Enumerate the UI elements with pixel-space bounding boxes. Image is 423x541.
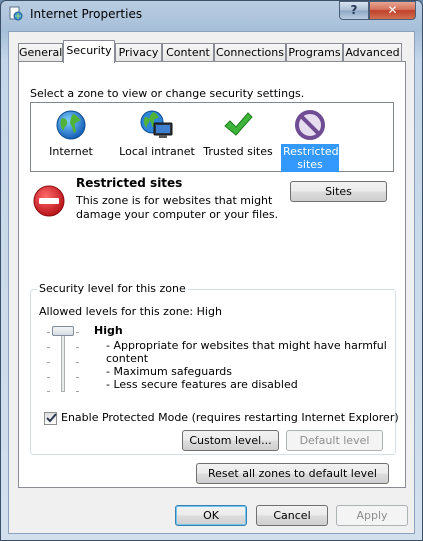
slider-tick <box>76 362 79 363</box>
slider-tick <box>76 332 79 333</box>
zone-restricted-label-line1: Restricted <box>283 145 339 158</box>
allowed-levels-text: Allowed levels for this zone: High <box>39 305 222 318</box>
tab-connections[interactable]: Connections <box>214 43 286 62</box>
protected-mode-checkbox[interactable] <box>44 412 57 425</box>
zone-list: Internet Local intranet Trusted sites Re… <box>30 102 394 172</box>
help-icon: ? <box>350 3 358 17</box>
level-bullet: - Less secure features are disabled <box>106 378 298 391</box>
reset-all-zones-button[interactable]: Reset all zones to default level <box>196 463 389 484</box>
zone-trusted-sites-label: Trusted sites <box>203 145 273 158</box>
globe-icon <box>56 110 86 140</box>
tab-privacy[interactable]: Privacy <box>115 43 162 62</box>
zone-prompt: Select a zone to view or change security… <box>30 87 305 100</box>
level-bullet: - Maximum safeguards <box>106 365 233 378</box>
ok-button[interactable]: OK <box>175 505 247 526</box>
zone-restricted-sites-label: Restricted sites <box>281 144 339 172</box>
tab-content[interactable]: Content <box>162 43 214 62</box>
help-button[interactable]: ? <box>339 1 369 20</box>
intranet-icon <box>140 110 173 138</box>
title-bar[interactable]: Internet Properties ? ✕ <box>1 1 422 27</box>
slider-tick <box>76 377 79 378</box>
security-level-name: High <box>94 324 123 337</box>
zone-internet-label: Internet <box>49 145 93 158</box>
slider-tick <box>47 362 50 363</box>
default-level-button[interactable]: Default level <box>286 430 383 451</box>
window-title: Internet Properties <box>30 7 143 21</box>
level-bullet: content <box>106 352 149 365</box>
slider-tick <box>47 377 50 378</box>
tab-advanced[interactable]: Advanced <box>343 43 402 62</box>
level-bullet: - Appropriate for websites that might ha… <box>106 339 387 352</box>
no-entry-icon <box>33 185 65 217</box>
custom-level-button[interactable]: Custom level... <box>182 430 279 451</box>
close-icon: ✕ <box>387 3 398 17</box>
security-level-slider-thumb[interactable] <box>52 326 74 336</box>
apply-button[interactable]: Apply <box>336 505 408 526</box>
protected-mode-label[interactable]: Enable Protected Mode (requires restarti… <box>61 411 399 424</box>
selected-zone-description-line1: This zone is for websites that might <box>76 194 273 207</box>
zone-trusted-sites[interactable]: Trusted sites <box>199 103 277 171</box>
internet-properties-window: Internet Properties ? ✕ General Security… <box>0 0 423 541</box>
cancel-button[interactable]: Cancel <box>256 505 328 526</box>
slider-tick <box>47 391 50 392</box>
tab-programs[interactable]: Programs <box>286 43 343 62</box>
selected-zone-description-line2: damage your computer or your files. <box>76 208 279 221</box>
zone-internet[interactable]: Internet <box>39 103 103 171</box>
zone-restricted-sites[interactable]: Restricted sites <box>281 103 339 172</box>
slider-tick <box>76 391 79 392</box>
checkmark-icon <box>46 413 57 423</box>
close-button[interactable]: ✕ <box>369 1 416 20</box>
slider-tick <box>47 347 50 348</box>
zone-local-intranet-label: Local intranet <box>119 145 195 158</box>
slider-tick <box>47 332 50 333</box>
selected-zone-title: Restricted sites <box>76 176 183 190</box>
checkmark-icon <box>224 112 253 136</box>
security-tab-panel: Select a zone to view or change security… <box>18 61 406 488</box>
sites-button[interactable]: Sites <box>290 181 387 202</box>
restricted-icon <box>295 110 325 140</box>
zone-restricted-label-line2: sites <box>297 158 323 171</box>
dialog-client-area: General Security Privacy Content Connect… <box>8 31 415 534</box>
zone-local-intranet[interactable]: Local intranet <box>115 103 199 171</box>
slider-tick <box>76 347 79 348</box>
internet-properties-icon <box>9 6 23 21</box>
security-level-legend: Security level for this zone <box>37 282 188 295</box>
tab-security[interactable]: Security <box>63 40 115 63</box>
tab-general[interactable]: General <box>18 43 63 62</box>
